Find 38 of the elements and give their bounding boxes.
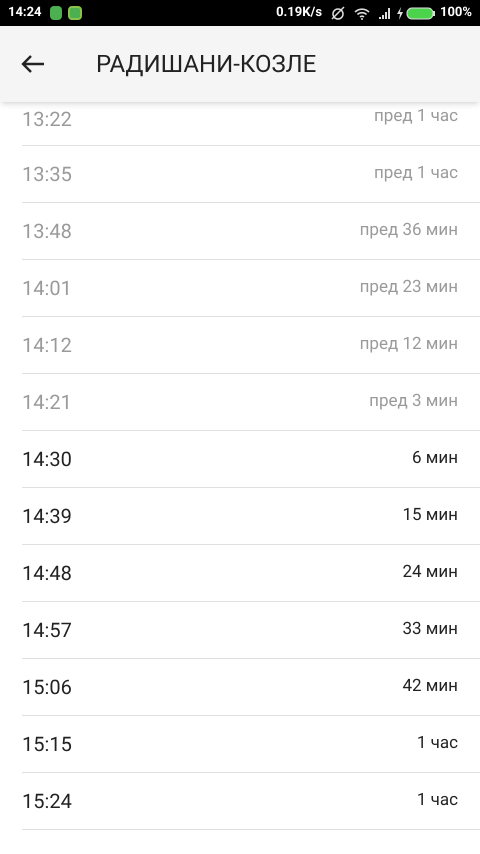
departure-time: 13:48 (22, 218, 72, 245)
departure-time: 15:15 (22, 731, 72, 758)
notification-icon (68, 6, 82, 20)
time-until: 42 мин (402, 675, 458, 698)
time-until: пред 1 час (374, 162, 458, 186)
notification-icon (50, 6, 62, 20)
departure-time: 15:06 (22, 674, 72, 701)
time-until: пред 3 мин (369, 390, 458, 414)
charging-icon (396, 6, 404, 20)
departure-time: 13:22 (22, 106, 72, 133)
screen-title: РАДИШАНИ-КОЗЛЕ (96, 49, 316, 80)
time-until: пред 36 мин (360, 219, 458, 242)
time-until: 1 час (416, 789, 458, 812)
time-until: пред 23 мин (360, 276, 458, 300)
departure-time: 14:39 (22, 503, 72, 530)
time-until: пред 12 мин (360, 333, 458, 356)
departure-time: 14:21 (22, 389, 72, 416)
time-until: пред 1 час (374, 105, 458, 128)
time-until: 1 час (416, 732, 458, 756)
network-speed: 0.19K/s (276, 4, 322, 22)
battery-level: 100% (440, 4, 472, 22)
back-icon[interactable] (20, 53, 46, 75)
time-until: 15 мин (402, 504, 458, 528)
departure-time: 14:30 (22, 446, 72, 473)
clock: 14:24 (8, 4, 42, 22)
time-until: 6 мин (412, 447, 458, 470)
battery-icon (406, 6, 436, 20)
departure-time: 13:35 (22, 161, 72, 188)
time-until: 33 мин (402, 618, 458, 642)
departure-time: 15:24 (22, 788, 72, 815)
signal-icon (378, 7, 392, 19)
departure-time: 14:48 (22, 560, 72, 587)
departure-time: 14:12 (22, 332, 72, 359)
departure-time: 14:01 (22, 275, 72, 302)
time-until: 24 мин (402, 561, 458, 584)
departure-time: 14:57 (22, 617, 72, 644)
alarm-off-icon (330, 6, 346, 20)
wifi-icon (354, 6, 370, 20)
